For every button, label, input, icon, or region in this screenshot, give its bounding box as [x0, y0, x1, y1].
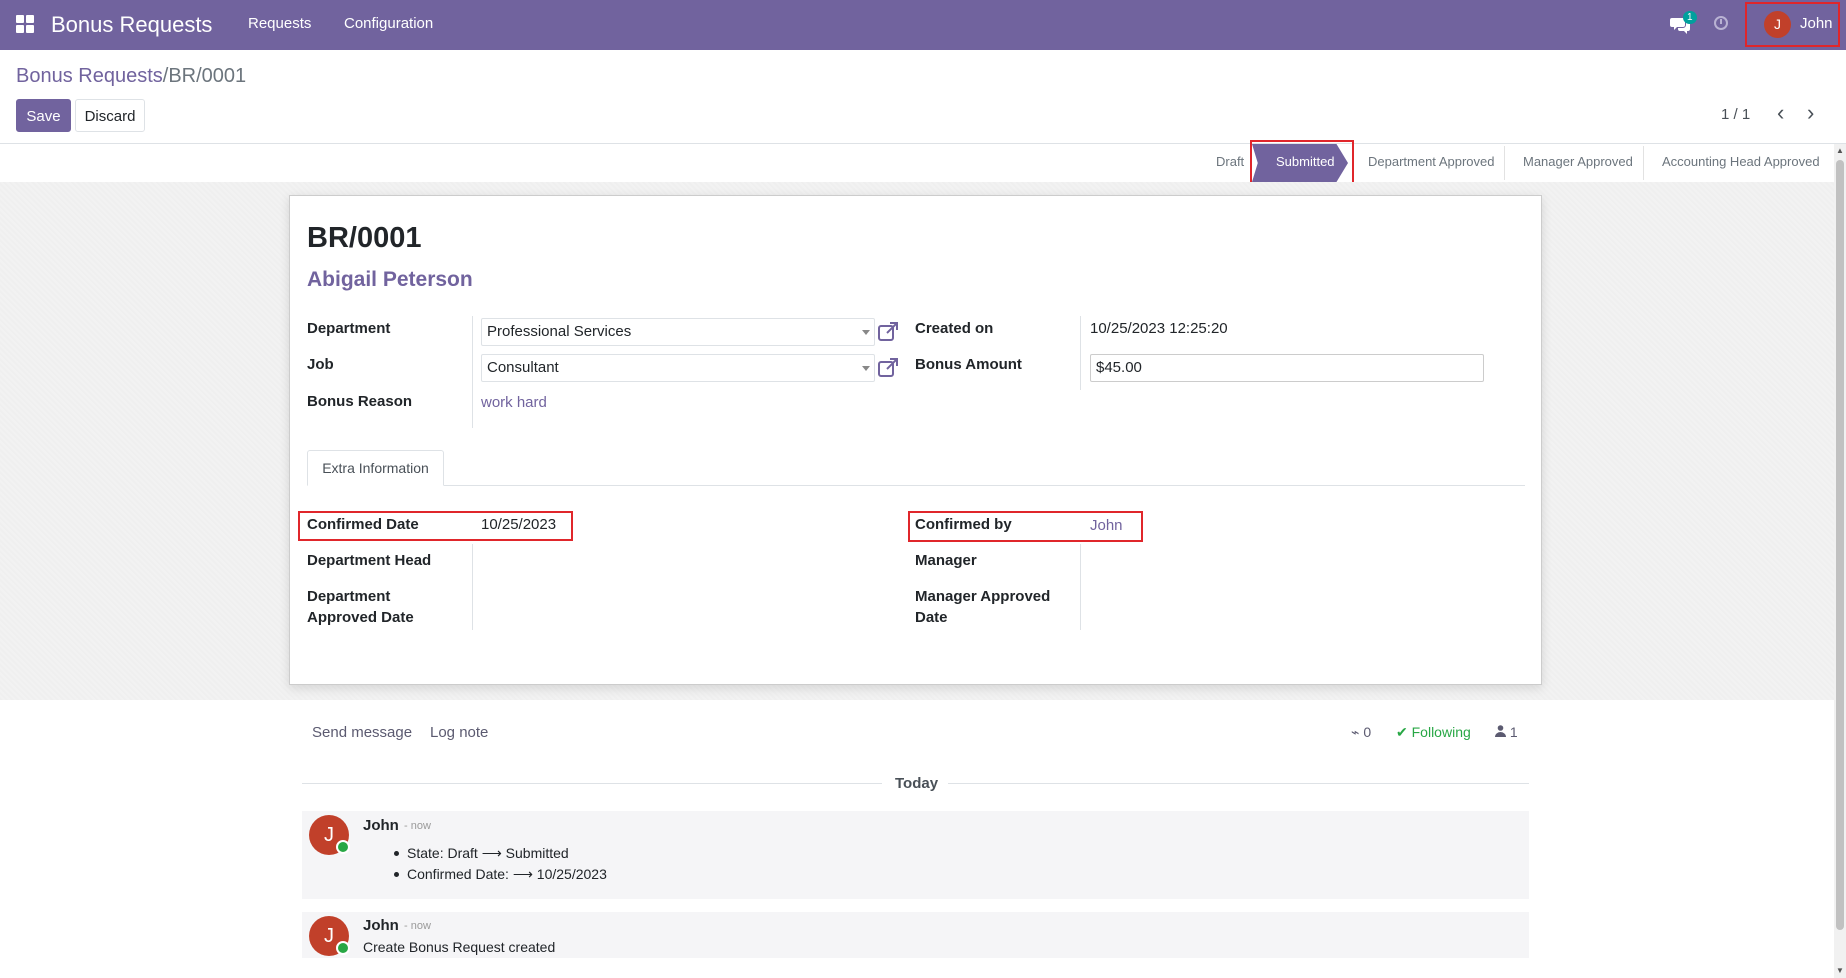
attachments-button[interactable]: ⌁ 0 — [1351, 724, 1371, 741]
employee-field[interactable]: Abigail Peterson — [307, 268, 473, 292]
scroll-up-arrow-icon[interactable]: ▲ — [1836, 146, 1844, 155]
menu-configuration[interactable]: Configuration — [344, 15, 433, 32]
pager-prev-icon[interactable]: ‹ — [1777, 102, 1784, 124]
department-approved-date-label-1: Department — [307, 588, 391, 605]
field-divider — [1080, 544, 1081, 630]
following-button[interactable]: ✔ Following — [1396, 724, 1471, 741]
online-status-icon — [336, 840, 350, 854]
menu-requests[interactable]: Requests — [248, 15, 311, 32]
confirmed-by-highlight — [908, 511, 1143, 542]
bonus-reason-value[interactable]: work hard — [481, 392, 547, 413]
stage-divider — [1643, 146, 1644, 180]
apps-menu-icon[interactable] — [16, 15, 34, 33]
attachments-count: 0 — [1363, 724, 1372, 740]
bullet-icon — [394, 872, 399, 877]
user-avatar[interactable]: J — [1764, 11, 1791, 38]
message-time: - now — [404, 820, 431, 832]
pager-next-icon[interactable]: › — [1807, 102, 1814, 124]
field-divider — [472, 544, 473, 630]
send-message-button[interactable]: Send message — [312, 724, 412, 741]
message-time: - now — [404, 920, 431, 932]
tab-bar-line — [307, 485, 1525, 486]
tab-extra-information[interactable]: Extra Information — [307, 450, 444, 486]
followers-count: 1 — [1509, 724, 1518, 740]
message-body: Create Bonus Request created — [363, 939, 556, 955]
stage-manager-approved[interactable]: Manager Approved — [1523, 154, 1633, 169]
manager-approved-date-label-2: Date — [915, 609, 948, 626]
discard-button[interactable]: Discard — [75, 99, 145, 132]
stage-accounting-head-approved[interactable]: Accounting Head Approved — [1662, 154, 1820, 169]
pager-value[interactable]: 1 / 1 — [1721, 106, 1750, 123]
followers-button[interactable]: 1 — [1495, 724, 1518, 740]
bonus-amount-label: Bonus Amount — [915, 356, 1022, 373]
job-label: Job — [307, 356, 334, 373]
record-reference: BR/0001 — [307, 222, 422, 254]
message-author[interactable]: John — [363, 817, 399, 834]
field-divider — [472, 316, 473, 428]
breadcrumb: Bonus Requests/BR/0001 — [16, 65, 246, 88]
stage-department-approved[interactable]: Department Approved — [1368, 154, 1494, 169]
user-icon — [1495, 725, 1506, 737]
manager-approved-date-label-1: Manager Approved — [915, 588, 1051, 605]
online-status-icon — [336, 941, 350, 955]
tracking-line: State: Draft ⟶ Submitted — [407, 845, 569, 861]
paperclip-icon: ⌁ — [1351, 724, 1360, 740]
breadcrumb-current: BR/0001 — [168, 65, 247, 87]
manager-label: Manager — [915, 552, 977, 569]
department-value: Professional Services — [487, 323, 632, 340]
today-label: Today — [895, 775, 939, 792]
created-on-label: Created on — [915, 320, 994, 337]
following-label: Following — [1411, 724, 1471, 740]
department-select[interactable]: Professional Services — [481, 318, 875, 346]
bullet-icon — [394, 851, 399, 856]
chevron-down-icon — [862, 366, 870, 371]
department-approved-date-label-2: Approved Date — [307, 609, 414, 626]
created-on-value: 10/25/2023 12:25:20 — [1090, 320, 1228, 337]
user-menu[interactable]: John — [1800, 15, 1833, 32]
breadcrumb-parent[interactable]: Bonus Requests — [16, 65, 163, 87]
stage-divider — [1504, 146, 1505, 180]
scrollbar-thumb[interactable] — [1836, 160, 1844, 930]
chat-badge: 1 — [1683, 11, 1697, 24]
message-author[interactable]: John — [363, 917, 399, 934]
today-divider-right — [948, 783, 1529, 784]
job-select[interactable]: Consultant — [481, 354, 875, 382]
check-icon: ✔ — [1396, 724, 1408, 740]
stage-submitted-highlight — [1250, 140, 1354, 187]
bonus-reason-label: Bonus Reason — [307, 393, 413, 410]
field-divider — [1080, 316, 1081, 390]
log-note-button[interactable]: Log note — [430, 724, 488, 741]
chevron-down-icon — [862, 330, 870, 335]
confirmed-date-highlight — [298, 511, 573, 541]
tracking-line: Confirmed Date: ⟶ 10/25/2023 — [407, 866, 607, 882]
app-title[interactable]: Bonus Requests — [51, 12, 212, 38]
top-navbar: Bonus Requests Requests Configuration 1 — [0, 0, 1846, 50]
stage-draft[interactable]: Draft — [1216, 154, 1244, 169]
external-link-icon[interactable] — [877, 357, 899, 379]
department-head-label: Department Head — [307, 552, 432, 569]
activity-clock-icon[interactable] — [1714, 16, 1728, 30]
bonus-amount-input[interactable]: $45.00 — [1090, 354, 1484, 382]
save-button[interactable]: Save — [16, 99, 71, 132]
today-divider-left — [302, 783, 882, 784]
department-label: Department — [307, 320, 391, 337]
external-link-icon[interactable] — [877, 321, 899, 343]
job-value: Consultant — [487, 359, 559, 376]
scroll-down-arrow-icon[interactable]: ▼ — [1836, 966, 1844, 975]
